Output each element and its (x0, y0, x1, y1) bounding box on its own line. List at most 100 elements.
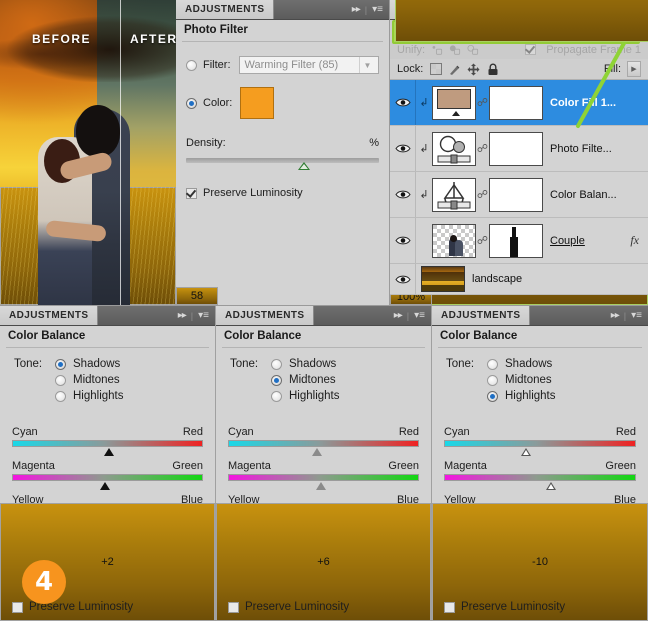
slider-track[interactable] (444, 474, 636, 481)
slider-handle[interactable] (316, 482, 326, 490)
density-slider[interactable] (186, 158, 379, 163)
layer-mask-thumbnail[interactable] (489, 132, 543, 166)
layer-name[interactable]: Photo Filte... (550, 143, 612, 155)
tab-adjustments[interactable]: ADJUSTMENTS (0, 306, 98, 325)
cb2-tone-shadows[interactable]: Tone: Shadows (216, 356, 431, 372)
radio-highlights[interactable] (271, 391, 282, 402)
layer-name[interactable]: Color Balan... (550, 189, 617, 201)
unify-position-icon[interactable] (430, 44, 443, 56)
radio-highlights[interactable] (55, 391, 66, 402)
layer-mask-thumbnail[interactable] (489, 178, 543, 212)
slider-track[interactable] (444, 440, 636, 447)
preserve-luminosity-checkbox[interactable] (12, 602, 23, 613)
panel-menu-icon[interactable]: ▾≡ (198, 310, 209, 321)
propagate-frame-checkbox[interactable] (525, 44, 536, 55)
preserve-luminosity-checkbox[interactable] (444, 602, 455, 613)
eye-icon[interactable] (390, 80, 416, 125)
slider-handle[interactable] (100, 482, 110, 490)
layer-name[interactable]: landscape (472, 273, 522, 285)
collapse-icon[interactable]: ▸▸ (394, 310, 402, 321)
layer-thumbnail[interactable] (421, 266, 465, 292)
cb3-tone-highlights[interactable]: Highlights (432, 388, 648, 404)
radio-shadows[interactable] (487, 359, 498, 370)
cb2-tone-midtones[interactable]: Midtones (216, 372, 431, 388)
layer-mask-thumbnail[interactable] (489, 86, 543, 120)
cb3-tone-midtones[interactable]: Midtones (432, 372, 648, 388)
cb2-tab-icons: ▸▸ | ▾≡ (388, 306, 431, 325)
lock-all-icon[interactable] (486, 63, 499, 76)
tab-adjustments[interactable]: ADJUSTMENTS (176, 0, 274, 19)
radio-midtones[interactable] (487, 375, 498, 386)
eye-icon[interactable] (390, 172, 416, 217)
tab-adjustments[interactable]: ADJUSTMENTS (432, 306, 530, 325)
slider-handle[interactable] (104, 448, 114, 456)
layer-name[interactable]: Couple (550, 235, 585, 247)
cb1-tone-highlights[interactable]: Highlights (0, 388, 215, 404)
chevron-down-icon[interactable]: ▼ (359, 57, 375, 73)
slider-track[interactable] (228, 440, 419, 447)
layer-row-color-balance[interactable]: ↲ ☍ Color Balan... (390, 172, 648, 218)
layer-row-couple[interactable]: ☍ Couple fx (390, 218, 648, 264)
lock-image-pixels-icon[interactable] (448, 63, 461, 76)
slider-handle[interactable] (312, 448, 322, 456)
layer-row-photo-filter[interactable]: ↲ ☍ Photo Filte... (390, 126, 648, 172)
layer-thumbnail[interactable] (432, 86, 476, 120)
layer-row-color-fill[interactable]: ↲ ☍ Color Fill 1... (390, 80, 648, 126)
layer-mask-thumbnail[interactable] (489, 224, 543, 258)
opacity-input-overlay[interactable]: 75% (395, 0, 648, 42)
panel-menu-icon[interactable]: ▾≡ (631, 310, 642, 321)
eye-icon[interactable] (390, 264, 416, 294)
cb3-tone-shadows[interactable]: Tone: Shadows (432, 356, 648, 372)
density-value[interactable]: 58 (176, 287, 218, 305)
layer-thumbnail[interactable] (432, 178, 476, 212)
filter-select[interactable]: Warming Filter (85) ▼ (239, 56, 380, 74)
panel-menu-icon[interactable]: ▾≡ (372, 4, 383, 15)
radio-shadows[interactable] (55, 359, 66, 370)
eye-icon[interactable] (390, 218, 416, 263)
slider-handle[interactable] (546, 482, 556, 490)
link-icon[interactable]: ☍ (476, 142, 489, 155)
unify-visibility-icon[interactable] (448, 44, 461, 56)
lock-transparent-pixels-icon[interactable] (429, 63, 442, 76)
preserve-luminosity-row[interactable]: Preserve Luminosity (176, 187, 389, 199)
slider-track[interactable] (12, 474, 203, 481)
collapse-icon[interactable]: ▸▸ (611, 310, 619, 321)
slider-handle[interactable] (521, 448, 531, 456)
cb2-tone-highlights[interactable]: Highlights (216, 388, 431, 404)
tab-adjustments[interactable]: ADJUSTMENTS (216, 306, 314, 325)
unify-style-icon[interactable] (466, 44, 479, 56)
slider-track[interactable] (12, 440, 203, 447)
cb3-preserve-row[interactable]: Preserve Luminosity (444, 601, 565, 613)
layer-name[interactable]: Color Fill 1... (550, 97, 616, 109)
radio-shadows[interactable] (271, 359, 282, 370)
layer-effects-icon[interactable]: fx (630, 233, 639, 248)
color-swatch[interactable] (240, 87, 274, 119)
collapse-icon[interactable]: ▸▸ (352, 4, 360, 15)
cb1-tone-midtones[interactable]: Midtones (0, 372, 215, 388)
density-slider-handle[interactable] (298, 162, 310, 170)
radio-midtones[interactable] (55, 375, 66, 386)
layer-row-landscape[interactable]: landscape (390, 264, 648, 295)
lock-label: Lock: (397, 63, 423, 75)
slider-track[interactable] (228, 474, 419, 481)
label-highlights: Highlights (289, 390, 340, 402)
eye-icon[interactable] (390, 126, 416, 171)
link-icon[interactable]: ☍ (476, 234, 489, 247)
preserve-luminosity-checkbox[interactable] (228, 602, 239, 613)
color-radio[interactable] (186, 98, 197, 109)
lock-position-icon[interactable] (467, 63, 480, 76)
radio-midtones[interactable] (271, 375, 282, 386)
layer-thumbnail[interactable] (432, 132, 476, 166)
panel-menu-icon[interactable]: ▾≡ (414, 310, 425, 321)
cb1-tone-shadows[interactable]: Tone: Shadows (0, 356, 215, 372)
collapse-icon[interactable]: ▸▸ (178, 310, 186, 321)
layer-thumbnail[interactable] (432, 224, 476, 258)
fill-stepper[interactable]: ▶ (627, 61, 641, 77)
cb2-preserve-row[interactable]: Preserve Luminosity (228, 601, 349, 613)
filter-radio[interactable] (186, 60, 197, 71)
link-icon[interactable]: ☍ (476, 96, 489, 109)
radio-highlights[interactable] (487, 391, 498, 402)
link-icon[interactable]: ☍ (476, 188, 489, 201)
preserve-luminosity-checkbox[interactable] (186, 188, 197, 199)
cb1-preserve-row[interactable]: Preserve Luminosity (12, 601, 133, 613)
